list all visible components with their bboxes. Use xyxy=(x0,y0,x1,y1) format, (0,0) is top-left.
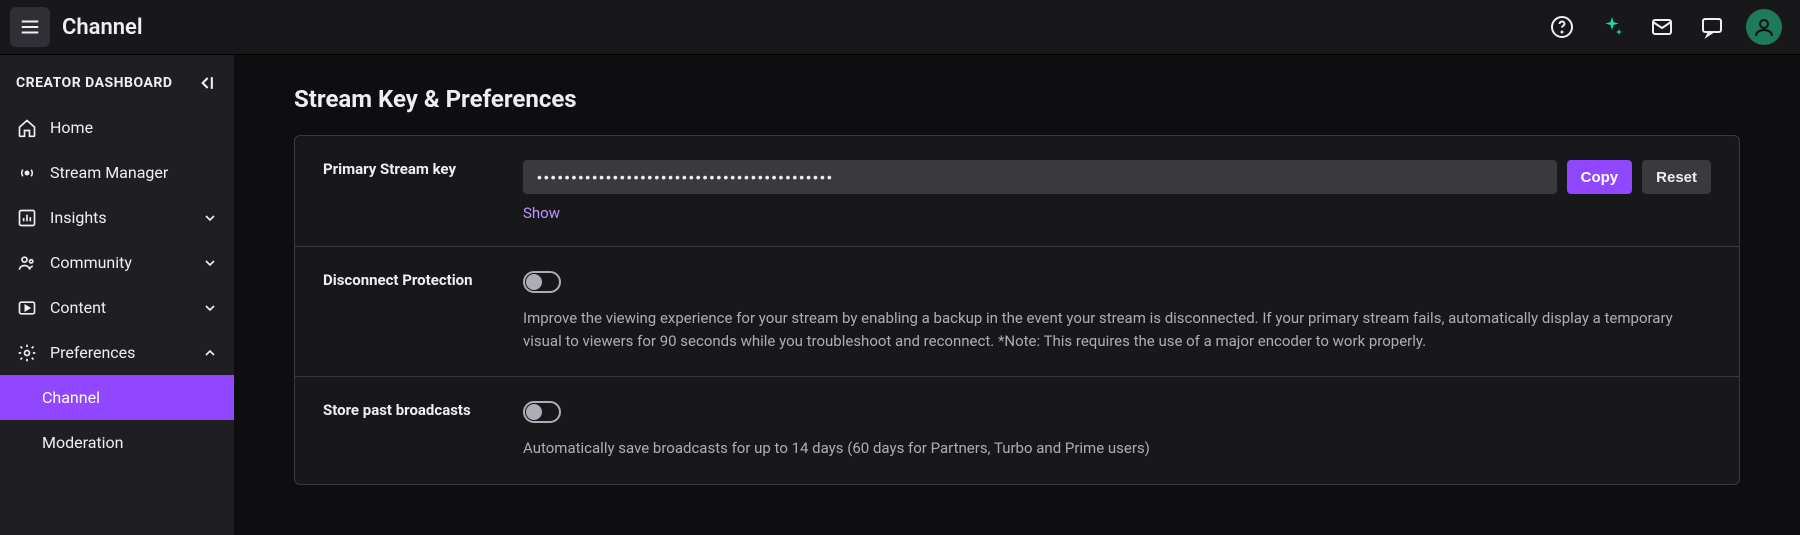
chevron-down-icon xyxy=(202,300,218,316)
sidebar-item-community[interactable]: Community xyxy=(0,240,234,285)
sidebar-item-label: Community xyxy=(50,253,132,272)
sidebar-item-insights[interactable]: Insights xyxy=(0,195,234,240)
sidebar-item-label: Insights xyxy=(50,208,107,227)
collapse-icon xyxy=(196,73,216,93)
help-button[interactable] xyxy=(1546,11,1578,43)
sidebar-item-label: Preferences xyxy=(50,343,135,362)
help-icon xyxy=(1550,15,1574,39)
chevron-up-icon xyxy=(202,345,218,361)
user-avatar[interactable] xyxy=(1746,9,1782,45)
content-icon xyxy=(16,297,38,319)
stream-key-input[interactable] xyxy=(523,160,1557,194)
store-broadcasts-toggle[interactable] xyxy=(523,401,561,423)
sidebar-item-home[interactable]: Home xyxy=(0,105,234,150)
disconnect-protection-toggle[interactable] xyxy=(523,271,561,293)
sidebar-item-label: Channel xyxy=(42,388,100,407)
chevron-down-icon xyxy=(202,210,218,226)
home-icon xyxy=(16,117,38,139)
gear-icon xyxy=(16,342,38,364)
sidebar-header: CREATOR DASHBOARD xyxy=(16,75,172,91)
community-icon xyxy=(16,252,38,274)
copy-button[interactable]: Copy xyxy=(1567,160,1633,194)
broadcast-icon xyxy=(16,162,38,184)
store-broadcasts-desc: Automatically save broadcasts for up to … xyxy=(523,437,1711,460)
inbox-button[interactable] xyxy=(1646,11,1678,43)
store-broadcasts-label: Store past broadcasts xyxy=(323,401,523,460)
page-context-title: Channel xyxy=(62,15,143,40)
avatar-icon xyxy=(1752,15,1776,39)
sidebar-item-channel[interactable]: Channel xyxy=(0,375,234,420)
hamburger-icon xyxy=(19,16,41,38)
sidebar-item-label: Stream Manager xyxy=(50,163,168,182)
sparkle-button[interactable] xyxy=(1596,11,1628,43)
hamburger-menu-button[interactable] xyxy=(10,7,50,47)
disconnect-protection-label: Disconnect Protection xyxy=(323,271,523,352)
sidebar: CREATOR DASHBOARD Home Stream Manager xyxy=(0,55,234,535)
disconnect-protection-desc: Improve the viewing experience for your … xyxy=(523,307,1711,352)
message-icon xyxy=(1700,15,1724,39)
sidebar-item-label: Moderation xyxy=(42,433,124,452)
stream-key-label: Primary Stream key xyxy=(323,160,523,222)
mail-icon xyxy=(1650,15,1674,39)
sidebar-item-label: Content xyxy=(50,298,106,317)
sidebar-item-stream-manager[interactable]: Stream Manager xyxy=(0,150,234,195)
show-key-link[interactable]: Show xyxy=(523,204,560,222)
notifications-button[interactable] xyxy=(1696,11,1728,43)
page-title: Stream Key & Preferences xyxy=(294,85,1740,113)
reset-button[interactable]: Reset xyxy=(1642,160,1711,194)
sidebar-item-moderation[interactable]: Moderation xyxy=(0,420,234,465)
collapse-sidebar-button[interactable] xyxy=(194,71,218,95)
sidebar-item-content[interactable]: Content xyxy=(0,285,234,330)
chart-icon xyxy=(16,207,38,229)
sidebar-item-preferences[interactable]: Preferences xyxy=(0,330,234,375)
chevron-down-icon xyxy=(202,255,218,271)
sparkle-icon xyxy=(1600,15,1624,39)
settings-panel: Primary Stream key Copy Reset Show Disco… xyxy=(294,135,1740,485)
sidebar-item-label: Home xyxy=(50,118,93,137)
